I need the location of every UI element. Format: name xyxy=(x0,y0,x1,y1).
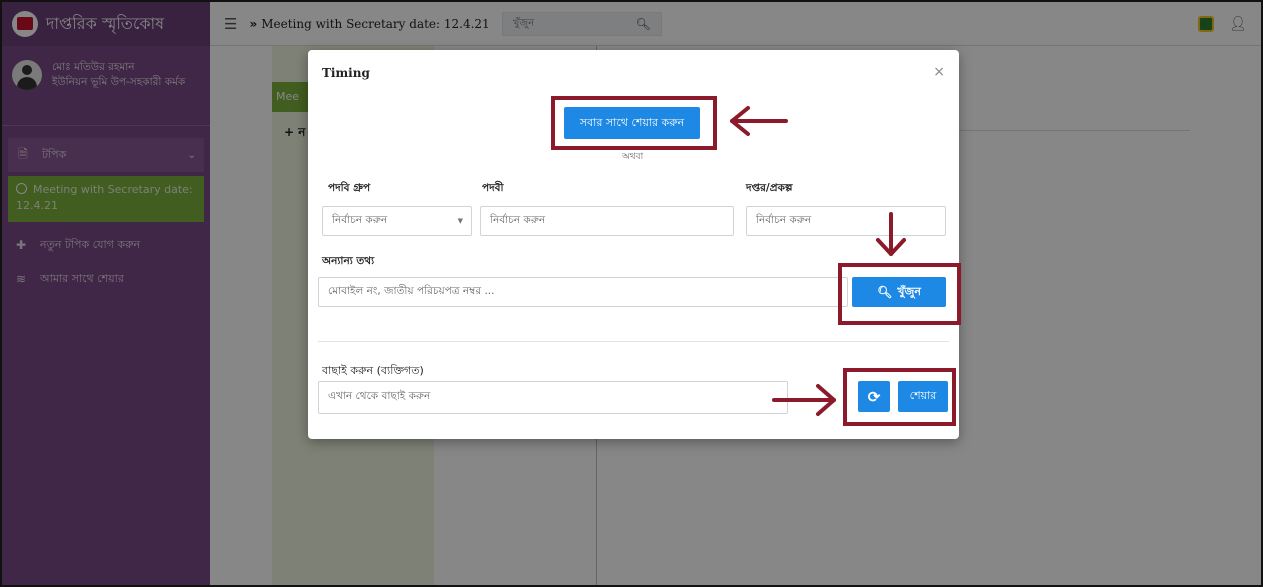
or-text: অথবা xyxy=(622,152,644,162)
designation-field[interactable]: নির্বাচন করুন xyxy=(480,206,734,236)
designation-group-label: পদবি গ্রুপ xyxy=(328,182,371,194)
select-field[interactable]: এখান থেকে বাছাই করুন xyxy=(318,381,788,414)
highlight-share-all xyxy=(551,96,717,150)
close-icon[interactable]: × xyxy=(933,64,945,80)
other-info-placeholder: মোবাইল নং, জাতীয় পরিচয়পত্র নম্বর ... xyxy=(328,284,495,297)
select-placeholder: এখান থেকে বাছাই করুন xyxy=(328,390,431,402)
office-label: দপ্তর/প্রকল্প xyxy=(746,182,793,194)
designation-group-value: নির্বাচন করুন xyxy=(332,213,388,226)
modal-title: Timing xyxy=(322,66,370,80)
highlight-search xyxy=(838,263,961,325)
designation-group-select[interactable]: নির্বাচন করুন ▼ xyxy=(322,206,472,236)
other-info-label: অন্যান্য তথ্য xyxy=(322,255,375,267)
designation-placeholder: নির্বাচন করুন xyxy=(490,213,546,226)
office-field[interactable]: নির্বাচন করুন xyxy=(746,206,946,236)
caret-down-icon: ▼ xyxy=(457,217,463,225)
other-info-field[interactable]: মোবাইল নং, জাতীয় পরিচয়পত্র নম্বর ... xyxy=(318,277,848,307)
modal-divider xyxy=(318,341,949,342)
select-label: বাছাই করুন (ব্যক্তিগত) xyxy=(322,364,424,377)
highlight-share xyxy=(843,368,956,426)
designation-label: পদবী xyxy=(482,182,504,194)
office-placeholder: নির্বাচন করুন xyxy=(756,213,812,226)
app-window: দাপ্তরিক স্মৃতিকোষ মোঃ মতিউর রহমান ইউনিয… xyxy=(0,0,1263,587)
